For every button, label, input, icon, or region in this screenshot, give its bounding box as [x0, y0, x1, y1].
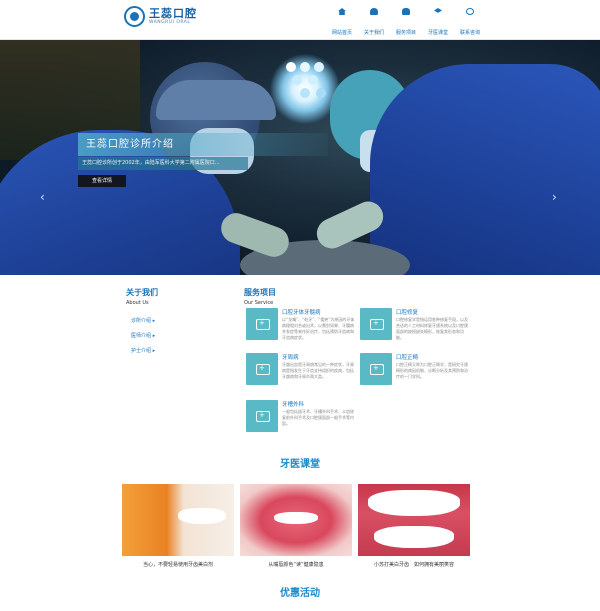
view-details-button[interactable]: 查看详情 — [78, 175, 126, 187]
upper-teeth-shape — [368, 490, 460, 516]
person-icon — [370, 8, 378, 15]
home-icon — [338, 8, 346, 15]
surgical-lamp-lights — [286, 62, 296, 72]
service-description: 一般包括拔牙术、牙槽外科手术、义齿修复前外科手术及口腔颌面部一般手术等内容。 — [282, 409, 354, 426]
surgeon-right-figure — [370, 64, 600, 275]
about-link-nurses[interactable]: 护士介绍 ▸ — [131, 344, 226, 359]
service-icon — [246, 353, 278, 385]
nav-item-label: 联系咨询 — [459, 30, 480, 36]
site-header: 王蕊口腔 WANGRUI ORAL 网站首页 关于我们 服务项目 牙医课堂 联系… — [0, 0, 600, 40]
service-icon — [246, 400, 278, 432]
teeth-shape — [178, 508, 226, 524]
nav-item-about[interactable]: 关于我们 — [358, 8, 390, 38]
service-name: 牙槽外科 — [282, 402, 305, 408]
about-subtitle: About Us — [126, 300, 149, 306]
services-title: 服务项目 — [244, 288, 276, 297]
nav-item-label: 关于我们 — [363, 30, 384, 36]
brand-name: 王蕊口腔 — [149, 6, 197, 20]
service-name: 口腔修复 — [396, 310, 419, 316]
nav-item-label: 服务项目 — [395, 30, 416, 36]
service-icon — [246, 308, 278, 340]
article-image-smile[interactable] — [358, 484, 470, 556]
nav-item-services[interactable]: 服务项目 — [390, 8, 422, 38]
service-name: 口腔牙体牙髓病 — [282, 310, 321, 316]
service-icon — [360, 353, 392, 385]
surgeon-cap — [156, 80, 276, 120]
service-card[interactable]: 口腔正畸 口腔正畸又称为口腔正畸学，是研究牙颌畸形的病因机制、诊断分析及其预防和… — [360, 353, 470, 398]
nav-item-contact[interactable]: 联系咨询 — [454, 8, 486, 38]
service-description: 牙龈出血是牙周病常见的一种症状，牙周病是指发生于牙齿支持组织的疾病，包括牙龈病和… — [282, 362, 354, 379]
nav-item-label: 牙医课堂 — [427, 30, 448, 36]
promo-title: 优惠活动 — [280, 588, 320, 599]
article-image-lips[interactable] — [240, 484, 352, 556]
service-card[interactable]: 牙槽外科 一般包括拔牙术、牙槽外科手术、义齿修复前外科手术及口腔颌面部一般手术等… — [246, 400, 356, 445]
service-description: 以“龙嘴”、“蛀牙”、“瘘疤”为原因的牙体病理相对合或出术，以需别如果、牙髓病并… — [282, 317, 355, 340]
next-slide-icon[interactable]: › — [552, 190, 557, 204]
nav-item-classroom[interactable]: 牙医课堂 — [422, 8, 454, 38]
about-title: 关于我们 — [126, 288, 158, 297]
brand-logo[interactable]: 王蕊口腔 WANGRUI ORAL — [124, 6, 197, 27]
about-link-doctors[interactable]: 医师介绍 ▸ — [131, 329, 226, 344]
hero-banner: 王蕊口腔诊所介绍 王蕊口腔诊所创于2002年，由陆军医科大学第二附属医院口...… — [0, 40, 600, 275]
article-caption[interactable]: 从嘴唇颜色“读”健康隐患 — [240, 561, 352, 568]
article-caption[interactable]: 当心，不要轻易使用牙齿美白剂 — [122, 561, 234, 568]
about-list: 诊所介绍 ▸ 医师介绍 ▸ 护士介绍 ▸ — [126, 314, 226, 359]
classroom-title: 牙医课堂 — [280, 459, 320, 470]
nav-item-home[interactable]: 网站首页 — [326, 8, 358, 38]
service-icon — [360, 308, 392, 340]
service-card[interactable]: 口腔修复 口腔修复学是指运用各种修复手段，以及合适的人工材料修复牙颌系统以及口腔… — [360, 308, 470, 353]
service-name: 口腔正畸 — [396, 355, 419, 361]
logo-emblem-icon — [124, 6, 145, 27]
service-card[interactable]: 牙周病 牙龈出血是牙周病常见的一种症状，牙周病是指发生于牙齿支持组织的疾病，包括… — [246, 353, 356, 398]
article-caption[interactable]: 小苏打美白牙齿 如何拥有美丽笑容 — [358, 561, 470, 568]
prev-slide-icon[interactable]: ‹ — [40, 190, 45, 204]
services-subtitle: Our Service — [244, 300, 274, 306]
graduation-cap-icon — [434, 8, 442, 13]
nav-item-label: 网站首页 — [331, 30, 352, 36]
banner-subtitle: 王蕊口腔诊所创于2002年，由陆军医科大学第二附属医院口... — [78, 157, 248, 170]
service-name: 牙周病 — [282, 355, 299, 361]
about-section: 关于我们 About Us 诊所介绍 ▸ 医师介绍 ▸ 护士介绍 ▸ — [126, 287, 226, 359]
service-card[interactable]: 口腔牙体牙髓病 以“龙嘴”、“蛀牙”、“瘘疤”为原因的牙体病理相对合或出术，以需… — [246, 308, 356, 353]
lower-teeth-shape — [374, 526, 454, 548]
about-link-clinic[interactable]: 诊所介绍 ▸ — [131, 314, 226, 329]
banner-title: 王蕊口腔诊所介绍 — [78, 133, 328, 156]
tooth-icon — [402, 8, 410, 15]
article-image-whitening[interactable] — [122, 484, 234, 556]
main-nav: 网站首页 关于我们 服务项目 牙医课堂 联系咨询 — [326, 8, 486, 38]
phone-icon — [466, 8, 474, 15]
services-section: 服务项目 Our Service 口腔牙体牙髓病 以“龙嘴”、“蛀牙”、“瘘疤”… — [244, 287, 474, 432]
teeth-shape — [274, 512, 318, 524]
service-description: 口腔修复学是指运用各种修复手段，以及合适的人工材料修复牙颌系统以及口腔颌面部的缺… — [396, 317, 468, 340]
service-description: 口腔正畸又称为口腔正畸学，是研究牙颌畸形的病因机制、诊断分析及其预防和治疗的一门… — [396, 362, 468, 379]
brand-name-en: WANGRUI ORAL — [149, 19, 191, 25]
